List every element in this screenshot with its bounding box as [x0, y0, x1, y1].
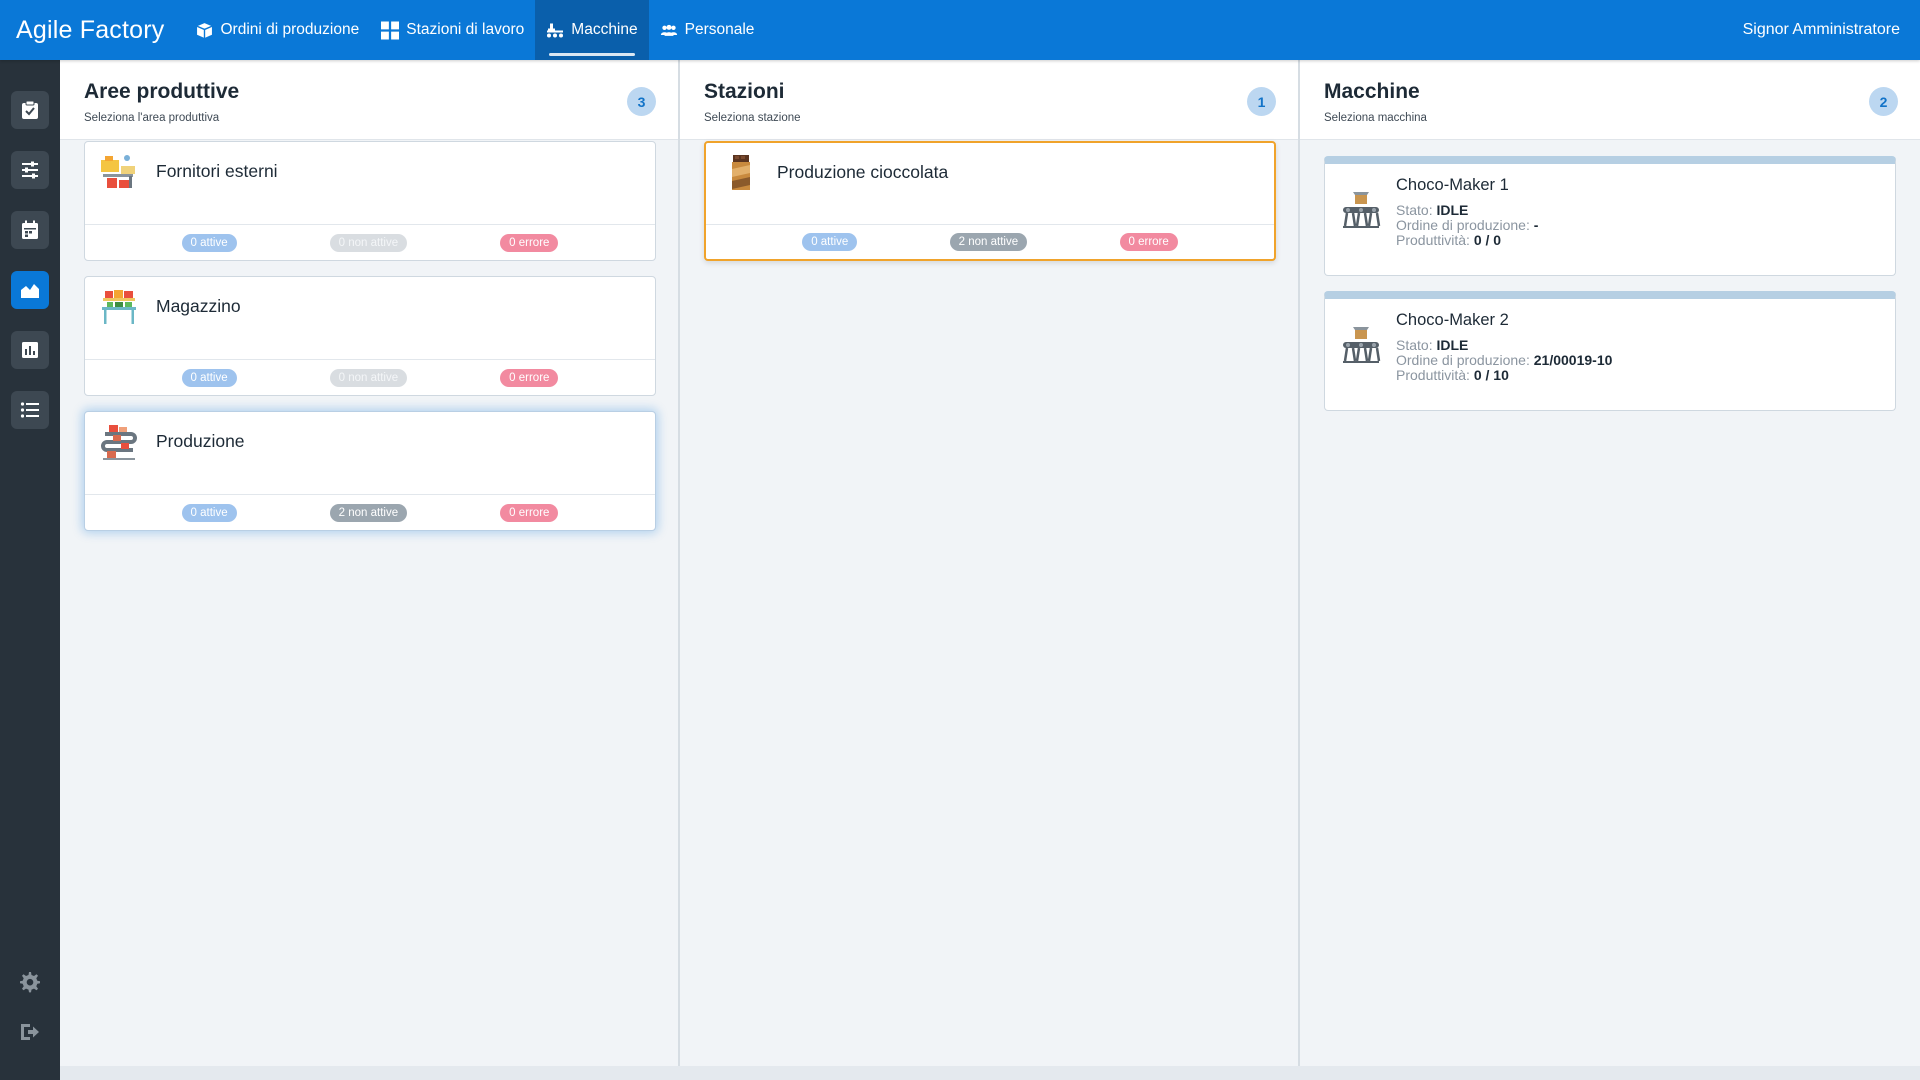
active-count-badge: 0 attive — [802, 233, 858, 251]
error-count-badge: 0 errore — [500, 369, 559, 387]
machine-order: Ordine di produzione: 21/00019-10 — [1396, 352, 1613, 368]
sidebar-logout[interactable] — [14, 1016, 46, 1048]
clipboard-check-icon — [22, 100, 38, 119]
nav-item-label: Personale — [684, 21, 755, 38]
machine-conveyor-icon — [1343, 327, 1381, 363]
column-stations: Stazioni Seleziona stazione 1 Produzione… — [680, 60, 1300, 1066]
machine-productivity: Produttività: 0 / 0 — [1396, 232, 1502, 248]
areas-count-badge: 3 — [627, 87, 656, 116]
area-card-magazzino[interactable]: Magazzino 0 attive 0 non attive 0 errore — [84, 276, 656, 396]
logout-icon — [21, 1024, 39, 1040]
error-count-badge: 0 errore — [1119, 233, 1178, 251]
nav-item-ordini[interactable]: Ordini di produzione — [185, 0, 371, 60]
areas-title: Aree produttive — [84, 80, 240, 103]
box-icon — [196, 21, 214, 39]
sidebar-item-tasks[interactable] — [11, 91, 49, 129]
machine-state: Stato: IDLE — [1396, 337, 1469, 353]
sidebar-item-reports[interactable] — [11, 331, 49, 369]
inactive-count-badge: 2 non attive — [949, 233, 1028, 251]
grid-icon — [381, 21, 400, 39]
sidebar-item-list[interactable] — [11, 391, 49, 429]
sidebar — [0, 60, 60, 1080]
active-count-badge: 0 attive — [181, 504, 237, 522]
top-navbar: Agile Factory Ordini di produzione Stazi… — [0, 0, 1920, 60]
machine-productivity: Produttività: 0 / 10 — [1396, 367, 1509, 383]
sliders-icon — [22, 161, 38, 179]
conveyor-icon — [101, 425, 137, 460]
user-menu[interactable]: Signor Amministratore — [1723, 0, 1920, 60]
warehouse-icon — [102, 290, 136, 324]
area-card-fornitori[interactable]: Fornitori esterni 0 attive 0 non attive … — [84, 141, 656, 261]
chocolate-bar-icon — [732, 155, 750, 190]
stations-subtitle: Seleziona stazione — [704, 112, 801, 124]
factory-chart-icon — [21, 284, 39, 298]
machine-conveyor-icon — [1343, 192, 1381, 228]
inactive-count-badge: 0 non attive — [329, 369, 408, 387]
nav-item-personale[interactable]: Personale — [649, 0, 766, 60]
sidebar-item-config[interactable] — [11, 151, 49, 189]
nav-item-label: Macchine — [571, 21, 638, 38]
areas-header: Aree produttive Seleziona l'area produtt… — [60, 60, 678, 140]
machine-name: Choco-Maker 2 — [1396, 311, 1509, 329]
error-count-badge: 0 errore — [500, 234, 559, 252]
sidebar-item-factory[interactable] — [11, 271, 49, 309]
app-brand[interactable]: Agile Factory — [0, 0, 181, 60]
error-count-badge: 0 errore — [500, 504, 559, 522]
list-icon — [20, 402, 39, 418]
area-name: Magazzino — [156, 296, 241, 316]
active-count-badge: 0 attive — [181, 369, 237, 387]
area-name: Produzione — [156, 431, 245, 451]
supplier-icon — [101, 155, 135, 188]
nav-item-macchine[interactable]: Macchine — [535, 0, 649, 60]
stations-title: Stazioni — [704, 80, 785, 103]
area-name: Fornitori esterni — [156, 161, 278, 181]
sidebar-settings[interactable] — [14, 966, 46, 998]
nav-item-stazioni[interactable]: Stazioni di lavoro — [370, 0, 535, 60]
machine-order: Ordine di produzione: - — [1396, 217, 1539, 233]
column-machines: Macchine Seleziona macchina 2 Choco-Make… — [1300, 60, 1920, 1066]
machine-name: Choco-Maker 1 — [1396, 176, 1509, 194]
people-icon — [660, 21, 678, 39]
machine-card-1[interactable]: Choco-Maker 1 Stato: IDLE Ordine di prod… — [1324, 156, 1896, 276]
machine-icon — [546, 21, 564, 39]
station-name: Produzione cioccolata — [777, 162, 949, 182]
stations-count-badge: 1 — [1247, 87, 1276, 116]
machine-state: Stato: IDLE — [1396, 202, 1469, 218]
inactive-count-badge: 2 non attive — [329, 504, 408, 522]
active-count-badge: 0 attive — [181, 234, 237, 252]
stations-header: Stazioni Seleziona stazione 1 — [680, 60, 1298, 140]
nav-item-label: Ordini di produzione — [220, 21, 360, 38]
area-card-produzione[interactable]: Produzione 0 attive 2 non attive 0 error… — [84, 411, 656, 531]
machines-subtitle: Seleziona macchina — [1324, 112, 1427, 124]
calendar-icon — [22, 220, 38, 239]
nav-item-label: Stazioni di lavoro — [406, 21, 525, 38]
machines-count-badge: 2 — [1869, 87, 1898, 116]
gear-icon — [20, 972, 40, 993]
main-nav: Ordini di produzione Stazioni di lavoro … — [185, 0, 766, 60]
main-columns: Aree produttive Seleziona l'area produtt… — [60, 60, 1920, 1066]
inactive-count-badge: 0 non attive — [329, 234, 408, 252]
machines-title: Macchine — [1324, 80, 1420, 103]
station-card-cioccolata[interactable]: Produzione cioccolata 0 attive 2 non att… — [704, 141, 1276, 261]
machine-card-2[interactable]: Choco-Maker 2 Stato: IDLE Ordine di prod… — [1324, 291, 1896, 411]
column-areas: Aree produttive Seleziona l'area produtt… — [60, 60, 680, 1066]
bar-chart-icon — [22, 342, 38, 358]
areas-subtitle: Seleziona l'area produttiva — [84, 112, 220, 124]
sidebar-item-calendar[interactable] — [11, 211, 49, 249]
bottom-scrollbar-track — [60, 1066, 1920, 1080]
machines-header: Macchine Seleziona macchina 2 — [1300, 60, 1920, 140]
